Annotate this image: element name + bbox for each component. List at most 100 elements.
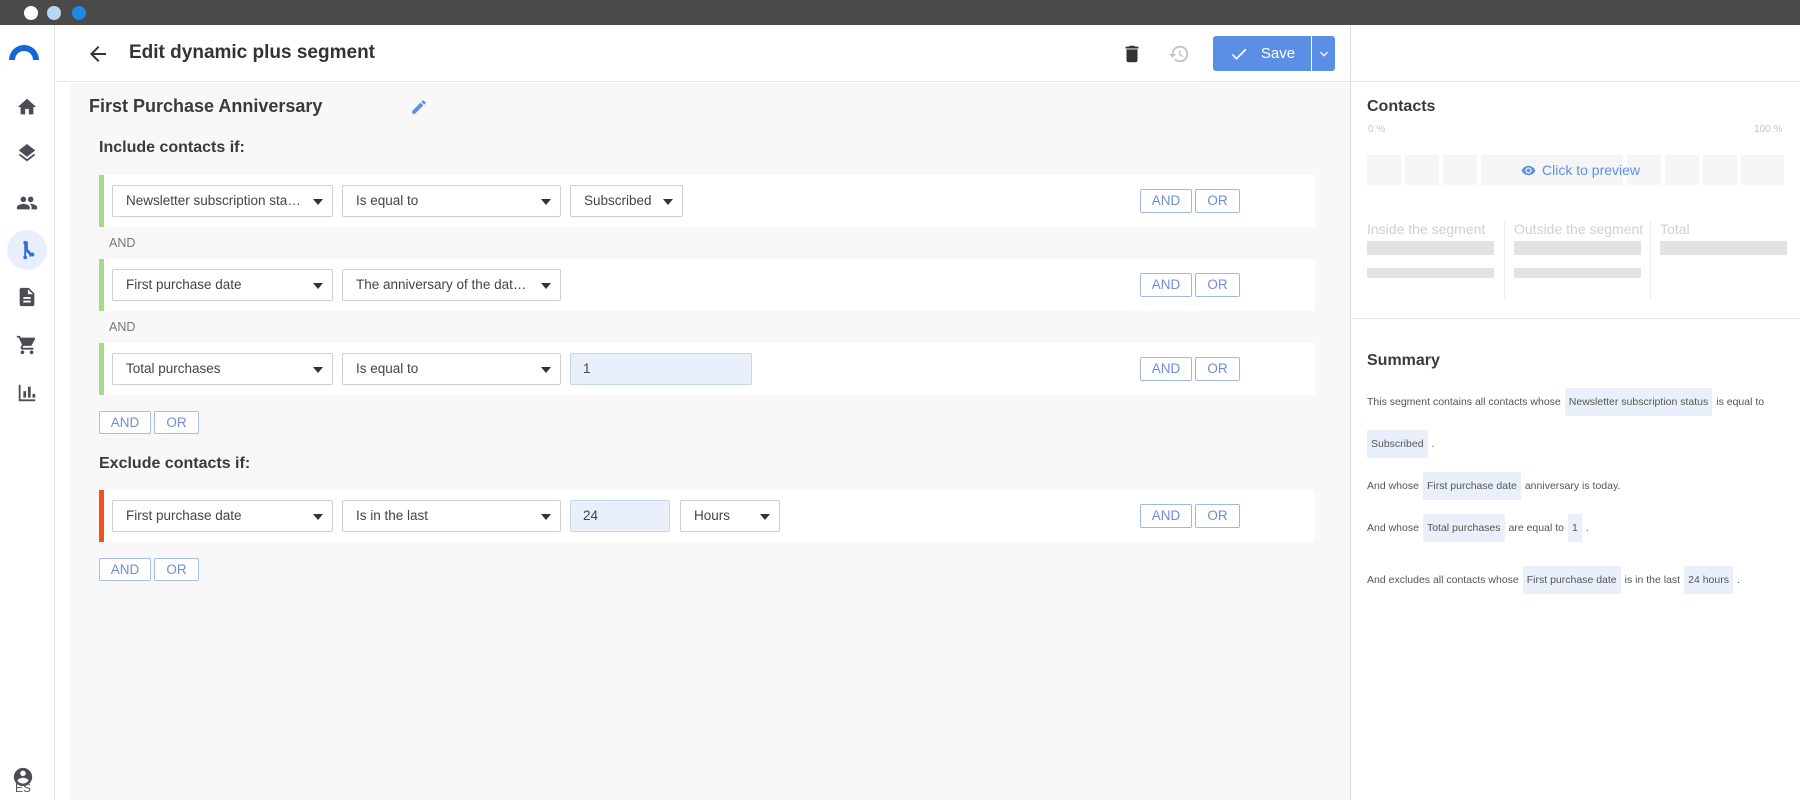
trash-icon	[1125, 45, 1139, 63]
exclude-rule-1: First purchase date Is in the last 24 Ho…	[99, 490, 1315, 542]
save-button[interactable]: Save	[1213, 36, 1311, 71]
cart-icon	[16, 335, 36, 355]
stat-divider	[1504, 221, 1505, 299]
preview-label: Click to preview	[1542, 162, 1641, 178]
summary-chip: Subscribed	[1367, 430, 1428, 458]
summary-chip: Newsletter subscription status	[1564, 388, 1713, 416]
rule-operator-select[interactable]: Is equal to	[342, 353, 561, 385]
sidebar: ES	[0, 25, 55, 800]
rule-and-button[interactable]: AND	[1140, 357, 1192, 381]
segment-editor: First Purchase Anniversary Include conta…	[70, 83, 1350, 800]
include-rule-3: Total purchases Is equal to 1 AND OR	[99, 343, 1315, 395]
sidebar-item-contacts[interactable]	[7, 183, 47, 223]
summary-text: .	[1431, 438, 1435, 450]
exclude-section-title: Exclude contacts if:	[99, 455, 251, 472]
document-icon	[19, 287, 35, 307]
total-label: Total	[1660, 221, 1690, 237]
rule-value-input[interactable]: 1	[570, 353, 752, 385]
summary-chip: First purchase date	[1522, 566, 1621, 594]
include-section-title: Include contacts if:	[99, 139, 245, 156]
include-rule-indicator	[99, 343, 104, 395]
outside-count-placeholder	[1514, 241, 1641, 255]
total-count-placeholder	[1660, 241, 1787, 255]
summary-chip: 1	[1567, 514, 1582, 542]
sidebar-item-layers[interactable]	[7, 135, 47, 175]
summary-text: .	[1585, 522, 1589, 534]
pencil-icon[interactable]	[410, 98, 428, 116]
rule-join-label: AND	[109, 236, 136, 250]
summary-line-3: And whose First purchase date anniversar…	[1367, 472, 1620, 500]
delete-button[interactable]	[1119, 41, 1145, 67]
language-label[interactable]: ES	[0, 781, 46, 795]
rule-field-select[interactable]: Newsletter subscription status	[112, 185, 333, 217]
sidebar-item-home[interactable]	[7, 87, 47, 127]
include-rule-2: First purchase date The anniversary of t…	[99, 259, 1315, 311]
rule-or-button[interactable]: OR	[1195, 357, 1240, 381]
preview-bar-segment	[1741, 155, 1784, 185]
branch-icon	[23, 240, 35, 260]
people-icon	[16, 196, 38, 210]
outside-percent-placeholder	[1514, 268, 1641, 278]
exclude-add-and-button[interactable]: AND	[99, 558, 151, 581]
rule-and-button[interactable]: AND	[1140, 189, 1192, 213]
summary-text: And whose	[1367, 480, 1419, 492]
page-title: Edit dynamic plus segment	[129, 42, 375, 63]
sidebar-item-ecommerce[interactable]	[7, 325, 47, 365]
sidebar-item-segments[interactable]	[7, 230, 47, 270]
segment-name: First Purchase Anniversary	[89, 96, 323, 116]
summary-text: is equal to	[1716, 396, 1765, 408]
rule-or-button[interactable]: OR	[1195, 504, 1240, 528]
summary-text: is in the last	[1624, 574, 1681, 586]
rule-or-button[interactable]: OR	[1195, 273, 1240, 297]
include-rule-indicator	[99, 259, 104, 311]
rule-field-select[interactable]: First purchase date	[112, 269, 333, 301]
inside-count-placeholder	[1367, 241, 1494, 255]
sidebar-item-reports[interactable]	[7, 373, 47, 413]
summary-title: Summary	[1367, 352, 1440, 369]
inside-percent-placeholder	[1367, 268, 1494, 278]
window-titlebar	[0, 0, 1800, 25]
eye-icon	[1521, 165, 1536, 175]
rule-value-input[interactable]: 24	[570, 500, 670, 532]
preview-bar-segment	[1405, 155, 1439, 185]
home-icon	[17, 98, 37, 115]
check-icon	[1231, 48, 1247, 60]
summary-text: are equal to	[1508, 522, 1564, 534]
include-add-and-button[interactable]: AND	[99, 411, 151, 434]
summary-line-2: Subscribed .	[1367, 430, 1434, 458]
rule-or-button[interactable]: OR	[1195, 189, 1240, 213]
percent-min-label: 0 %	[1368, 124, 1386, 135]
rule-operator-select[interactable]: Is equal to	[342, 185, 561, 217]
rule-unit-select[interactable]: Hours	[680, 500, 780, 532]
panel-divider	[1351, 318, 1800, 319]
exclude-add-or-button[interactable]: OR	[154, 558, 199, 581]
summary-text: .	[1736, 574, 1740, 586]
restore-button[interactable]	[1166, 41, 1192, 67]
back-arrow-icon[interactable]	[86, 42, 110, 66]
include-add-or-button[interactable]: OR	[154, 411, 199, 434]
summary-text: This segment contains all contacts whose	[1367, 396, 1561, 408]
rule-and-button[interactable]: AND	[1140, 504, 1192, 528]
rule-operator-select[interactable]: Is in the last	[342, 500, 561, 532]
rule-field-select[interactable]: Total purchases	[112, 353, 333, 385]
summary-line-5: And excludes all contacts whose First pu…	[1367, 566, 1740, 594]
window-maximize-dot[interactable]	[72, 6, 86, 20]
layers-icon	[18, 144, 36, 162]
window-minimize-dot[interactable]	[47, 6, 61, 20]
bar-chart-icon	[18, 384, 36, 402]
rule-value-select[interactable]: Subscribed	[570, 185, 683, 217]
preview-bar-segment	[1367, 155, 1401, 185]
app-logo-icon[interactable]	[7, 42, 41, 62]
history-icon	[1168, 45, 1189, 63]
rule-operator-select[interactable]: The anniversary of the date is today	[342, 269, 561, 301]
save-options-button[interactable]	[1312, 36, 1335, 71]
chevron-down-icon	[1319, 51, 1328, 57]
summary-chip: 24 hours	[1684, 566, 1733, 594]
preview-button[interactable]: Click to preview	[1521, 162, 1640, 178]
summary-line-1: This segment contains all contacts whose…	[1367, 388, 1764, 416]
rule-and-button[interactable]: AND	[1140, 273, 1192, 297]
window-close-dot[interactable]	[24, 6, 38, 20]
sidebar-item-documents[interactable]	[7, 277, 47, 317]
percent-max-label: 100 %	[1754, 124, 1783, 135]
rule-field-select[interactable]: First purchase date	[112, 500, 333, 532]
